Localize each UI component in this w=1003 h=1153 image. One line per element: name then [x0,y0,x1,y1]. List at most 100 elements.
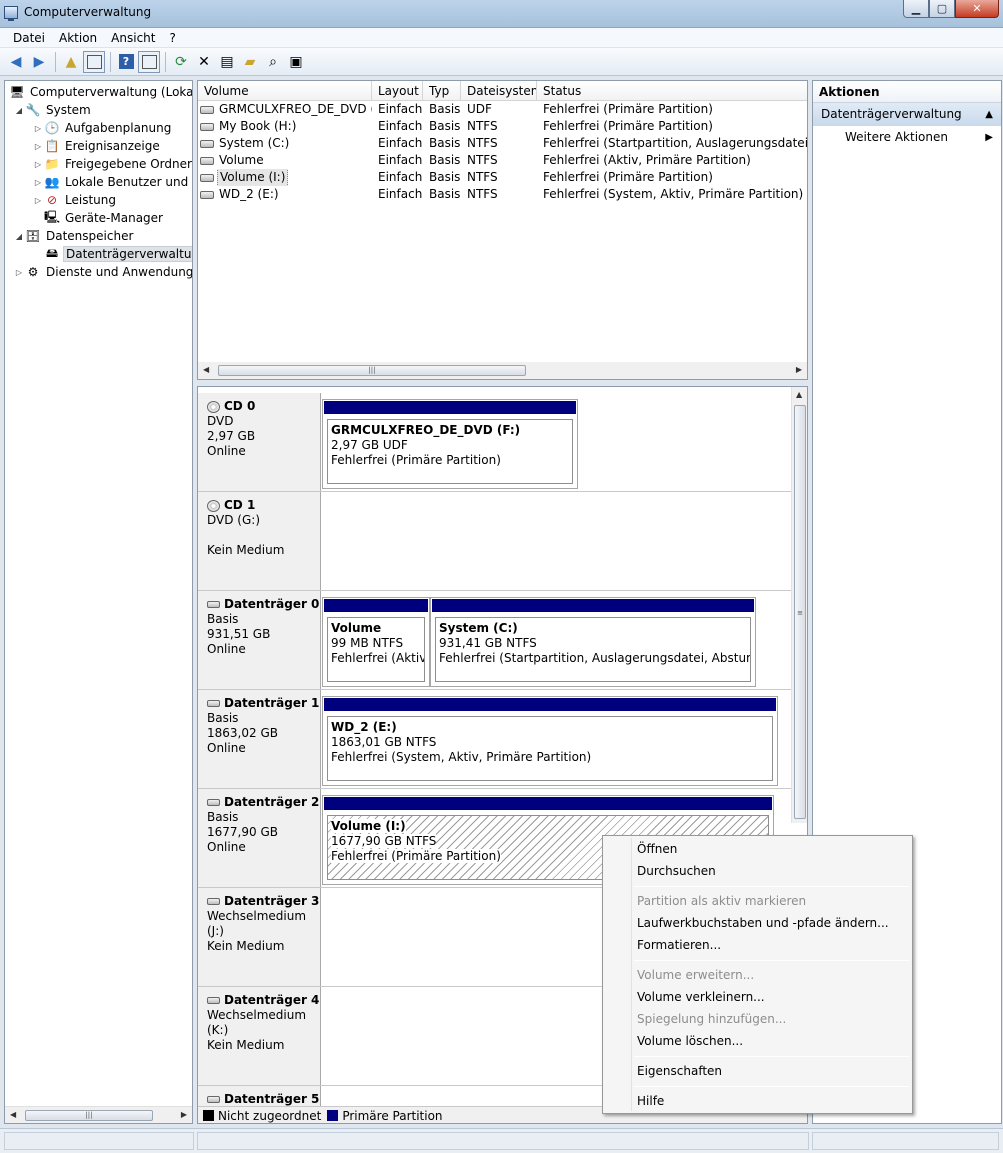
close-icon: ✕ [972,2,982,15]
search-button[interactable]: ⌕ [262,51,284,73]
disk-vertical-scrollbar[interactable]: ▲ ≡ [791,387,807,823]
tree-item-aufgabenplanung[interactable]: ▷ 🕒 Aufgabenplanung [5,119,192,137]
table-row[interactable]: My Book (H:) Einfach Basis NTFS Fehlerfr… [198,118,807,135]
disk-label[interactable]: Datenträger 2 Basis 1677,90 GB Online [198,789,321,887]
column-header-layout[interactable]: Layout [372,81,423,101]
context-item-volume-erweitern: Volume erweitern... [637,968,755,982]
context-item-oeffnen[interactable]: Öffnen [637,839,677,859]
hard-disk-icon [207,601,220,608]
context-item-formatieren[interactable]: Formatieren... [637,935,721,955]
scroll-right-icon[interactable]: ▶ [796,365,802,374]
action-weitere-aktionen[interactable]: Weitere Aktionen ▶ [813,126,1001,149]
tree-item-lokale-benutzer[interactable]: ▷ 👥 Lokale Benutzer und Gruppen [5,173,192,191]
partition-wd2-e[interactable]: WD_2 (E:) 1863,01 GB NTFS Fehlerfrei (Sy… [322,696,778,786]
close-button[interactable]: ✕ [955,0,999,18]
properties-button[interactable]: ▤ [216,51,238,73]
services-icon: ⚙ [27,265,39,279]
legend-swatch-primary [327,1110,339,1121]
open-button[interactable]: ▰ [239,51,261,73]
collapsed-arrow-icon[interactable]: ▷ [32,160,44,169]
menu-help[interactable]: ? [162,31,182,45]
scrollbar-thumb[interactable]: ||| [218,365,526,376]
table-row[interactable]: WD_2 (E:) Einfach Basis NTFS Fehlerfrei … [198,186,807,203]
table-row[interactable]: System (C:) Einfach Basis NTFS Fehlerfre… [198,135,807,152]
collapse-up-icon[interactable]: ▲ [985,103,993,126]
menu-separator [634,886,909,887]
removable-disk-icon [207,898,220,905]
table-row[interactable]: GRMCULXFREO_DE_DVD (F:) Einfach Basis UD… [198,101,807,118]
tree-item-geraete-manager[interactable]: 🖳 Geräte-Manager [5,209,192,227]
console-tree-icon [86,54,102,69]
tree-item-datentraegerverwaltung[interactable]: 🖴 Datenträgerverwaltung [5,245,192,263]
list-horizontal-scrollbar[interactable]: ◀ ||| ▶ [198,362,807,379]
collapsed-arrow-icon[interactable]: ▷ [32,178,44,187]
context-item-volume-verkleinern[interactable]: Volume verkleinern... [637,987,765,1007]
tree-item-leistung[interactable]: ▷ ⊘ Leistung [5,191,192,209]
actions-section-datentraegerverwaltung[interactable]: Datenträgerverwaltung ▲ [813,103,1001,126]
scrollbar-thumb[interactable]: ||| [25,1110,153,1121]
disk-label[interactable]: CD 0 DVD 2,97 GB Online [198,393,321,491]
menu-datei[interactable]: Datei [6,31,52,45]
drive-icon [200,105,214,114]
action-pane-button[interactable] [138,50,160,73]
delete-button[interactable]: ✕ [193,51,215,73]
title-bar: Computerverwaltung ▁ ▢ ✕ [0,0,1003,28]
hard-disk-icon [207,799,220,806]
drive-icon [200,173,214,182]
disk-settings-button[interactable]: ▣ [285,51,307,73]
context-item-durchsuchen[interactable]: Durchsuchen [637,861,716,881]
context-item-eigenschaften[interactable]: Eigenschaften [637,1061,722,1081]
refresh-button[interactable]: ⟳ [170,51,192,73]
tree-item-freigegebene-ordner[interactable]: ▷ 📁 Freigegebene Ordner [5,155,192,173]
minimize-button[interactable]: ▁ [903,0,929,18]
toolbar-separator [165,51,166,72]
disk-label[interactable]: Datenträger 4 Wechselmedium (K:) Kein Me… [198,987,321,1085]
column-header-dateisystem[interactable]: Dateisystem [461,81,537,101]
partition-volume[interactable]: Volume 99 MB NTFS Fehlerfrei (Aktiv, Pri… [322,597,430,687]
delete-icon: ✕ [198,53,210,70]
context-item-laufwerkbuchstaben[interactable]: Laufwerkbuchstaben und -pfade ändern... [637,913,889,933]
tree-item-root[interactable]: 🖥 Computerverwaltung (Lokal) [5,83,192,101]
table-row[interactable]: Volume Einfach Basis NTFS Fehlerfrei (Ak… [198,152,807,169]
tree-horizontal-scrollbar[interactable]: ◀ ||| ▶ [5,1106,192,1123]
scroll-left-icon[interactable]: ◀ [10,1110,16,1119]
context-item-hilfe[interactable]: Hilfe [637,1091,664,1111]
scroll-up-icon[interactable]: ▲ [796,390,802,399]
collapsed-arrow-icon[interactable]: ▷ [32,142,44,151]
maximize-button[interactable]: ▢ [929,0,955,18]
removable-disk-icon [207,1096,220,1103]
disk-label[interactable]: Datenträger 3 Wechselmedium (J:) Kein Me… [198,888,321,986]
expanded-arrow-icon[interactable]: ◢ [13,232,25,241]
help-button[interactable]: ? [115,51,137,73]
column-header-typ[interactable]: Typ [423,81,461,101]
forward-button[interactable]: ▶ [28,51,50,73]
collapsed-arrow-icon[interactable]: ▷ [32,124,44,133]
console-tree-button[interactable] [83,50,105,73]
column-header-volume[interactable]: Volume [198,81,372,101]
tree-item-system[interactable]: ◢ 🔧 System [5,101,192,119]
partition-system-c[interactable]: System (C:) 931,41 GB NTFS Fehlerfrei (S… [430,597,756,687]
collapsed-arrow-icon[interactable]: ▷ [13,268,25,277]
partition-dvd-f[interactable]: GRMCULXFREO_DE_DVD (F:) 2,97 GB UDF Fehl… [322,399,578,489]
partition-bar [324,698,776,711]
up-folder-button[interactable]: ▲ [60,51,82,73]
menu-ansicht[interactable]: Ansicht [104,31,162,45]
disk-label[interactable]: CD 1 DVD (G:) Kein Medium [198,492,321,590]
collapsed-arrow-icon[interactable]: ▷ [32,196,44,205]
back-button[interactable]: ◀ [5,51,27,73]
disk-label[interactable]: Datenträger 0 Basis 931,51 GB Online [198,591,321,689]
tree-item-datenspeicher[interactable]: ◢ 🗄 Datenspeicher [5,227,192,245]
table-row[interactable]: Volume (I:) Einfach Basis NTFS Fehlerfre… [198,169,807,186]
scrollbar-thumb[interactable]: ≡ [794,405,806,819]
disk-label[interactable]: Datenträger 1 Basis 1863,02 GB Online [198,690,321,788]
scroll-right-icon[interactable]: ▶ [181,1110,187,1119]
tree-item-dienste[interactable]: ▷ ⚙ Dienste und Anwendungen [5,263,192,281]
disk-management-icon: 🖴 [45,245,59,260]
expanded-arrow-icon[interactable]: ◢ [13,106,25,115]
column-header-status[interactable]: Status [537,81,807,101]
scroll-left-icon[interactable]: ◀ [203,365,209,374]
folder-up-icon: ▲ [65,53,77,70]
menu-aktion[interactable]: Aktion [52,31,104,45]
tree-item-ereignisanzeige[interactable]: ▷ 📋 Ereignisanzeige [5,137,192,155]
context-item-volume-loeschen[interactable]: Volume löschen... [637,1031,743,1051]
